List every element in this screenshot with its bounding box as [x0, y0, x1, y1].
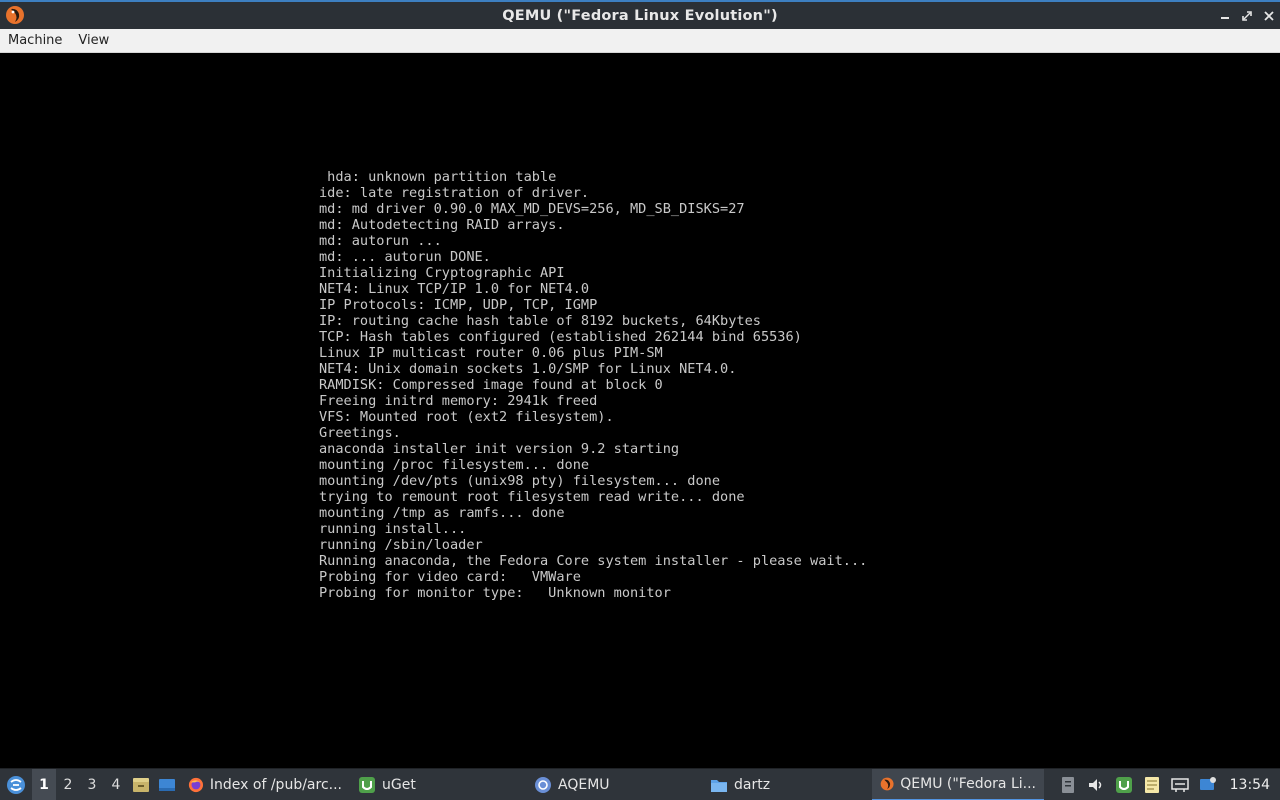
- console-line: md: md driver 0.90.0 MAX_MD_DEVS=256, MD…: [319, 201, 745, 217]
- qemu-icon: [880, 777, 894, 790]
- network-icon[interactable]: [1166, 769, 1194, 800]
- task-firefox[interactable]: Index of /pub/arc...: [180, 769, 350, 800]
- console-line: Probing for monitor type: Unknown monito…: [319, 585, 671, 601]
- console-line: Greetings.: [319, 425, 401, 441]
- console-line: NET4: Linux TCP/IP 1.0 for NET4.0: [319, 281, 590, 297]
- qemu-icon: [5, 5, 25, 25]
- desktop-3[interactable]: 3: [80, 769, 104, 800]
- minimize-icon: [1221, 17, 1229, 19]
- console-line: mounting /dev/pts (unix98 pty) filesyste…: [319, 473, 721, 489]
- console-line: mounting /tmp as ramfs... done: [319, 505, 565, 521]
- console-line: Freeing initrd memory: 2941k freed: [319, 393, 598, 409]
- maximize-button[interactable]: [1236, 6, 1258, 26]
- show-desktop-launcher[interactable]: [154, 769, 180, 800]
- close-button[interactable]: [1258, 6, 1280, 26]
- console-line: md: Autodetecting RAID arrays.: [319, 217, 565, 233]
- folder-icon: [711, 779, 727, 792]
- desktop-2[interactable]: 2: [56, 769, 80, 800]
- console-line: running install...: [319, 521, 467, 537]
- clipboard-tray-icon[interactable]: [1054, 769, 1082, 800]
- uget-tray-icon[interactable]: [1110, 769, 1138, 800]
- task-label: dartz: [734, 776, 771, 793]
- clock[interactable]: 13:54: [1222, 777, 1280, 793]
- console-line: mounting /proc filesystem... done: [319, 457, 590, 473]
- console-line: Running anaconda, the Fedora Core system…: [319, 553, 868, 569]
- console-line: Linux IP multicast router 0.06 plus PIM-…: [319, 345, 663, 361]
- console-line: VFS: Mounted root (ext2 filesystem).: [319, 409, 614, 425]
- task-label: QEMU ("Fedora Li...: [900, 775, 1036, 792]
- desktop-icon: [159, 778, 175, 791]
- console-line: Probing for video card: VMWare: [319, 569, 581, 585]
- console-line: TCP: Hash tables configured (established…: [319, 329, 802, 345]
- task-aqemu[interactable]: AQEMU: [526, 769, 702, 800]
- task-dartz[interactable]: dartz: [702, 769, 872, 800]
- start-menu-button[interactable]: [0, 769, 32, 800]
- close-icon: [1264, 11, 1274, 21]
- window-titlebar[interactable]: QEMU ("Fedora Linux Evolution"): [0, 0, 1280, 29]
- console-line: Initializing Cryptographic API: [319, 265, 565, 281]
- console-line: ide: late registration of driver.: [319, 185, 590, 201]
- file-manager-launcher[interactable]: [128, 769, 154, 800]
- task-uget[interactable]: uGet: [350, 769, 526, 800]
- drawer-icon: [133, 777, 149, 792]
- console-line: md: autorun ...: [319, 233, 442, 249]
- console-line: md: ... autorun DONE.: [319, 249, 491, 265]
- desktop-4[interactable]: 4: [104, 769, 128, 800]
- window-title: QEMU ("Fedora Linux Evolution"): [502, 7, 778, 24]
- vm-display[interactable]: hda: unknown partition table ide: late re…: [0, 53, 1280, 768]
- task-label: Index of /pub/arc...: [209, 776, 342, 793]
- taskbar: 1 2 3 4 Index of /pub/arc... uGet AQEMU …: [0, 768, 1280, 800]
- console-line: NET4: Unix domain sockets 1.0/SMP for Li…: [319, 361, 737, 377]
- system-tray: 13:54: [1054, 769, 1280, 800]
- task-label: AQEMU: [558, 776, 610, 793]
- start-menu-icon: [7, 775, 25, 794]
- console-line: RAMDISK: Compressed image found at block…: [319, 377, 663, 393]
- task-label: uGet: [382, 776, 416, 793]
- menu-machine[interactable]: Machine: [0, 30, 70, 52]
- notes-tray-icon[interactable]: [1138, 769, 1166, 800]
- restore-icon: [1242, 11, 1252, 21]
- console-line: IP: routing cache hash table of 8192 buc…: [319, 313, 761, 329]
- minimize-button[interactable]: [1214, 6, 1236, 26]
- uget-icon: [359, 776, 375, 793]
- menu-view[interactable]: View: [70, 30, 117, 52]
- aqemu-icon: [535, 776, 551, 793]
- console-line: hda: unknown partition table: [319, 169, 557, 185]
- update-notifier-icon[interactable]: [1194, 769, 1222, 800]
- console-output: hda: unknown partition table ide: late re…: [319, 169, 867, 601]
- console-line: trying to remount root filesystem read w…: [319, 489, 745, 505]
- task-qemu[interactable]: QEMU ("Fedora Li...: [872, 768, 1044, 800]
- console-line: IP Protocols: ICMP, UDP, TCP, IGMP: [319, 297, 598, 313]
- menubar: Machine View: [0, 29, 1280, 53]
- volume-icon[interactable]: [1082, 769, 1110, 800]
- desktop-1[interactable]: 1: [32, 768, 56, 800]
- console-line: anaconda installer init version 9.2 star…: [319, 441, 680, 457]
- firefox-icon: [188, 777, 204, 792]
- console-line: running /sbin/loader: [319, 537, 483, 553]
